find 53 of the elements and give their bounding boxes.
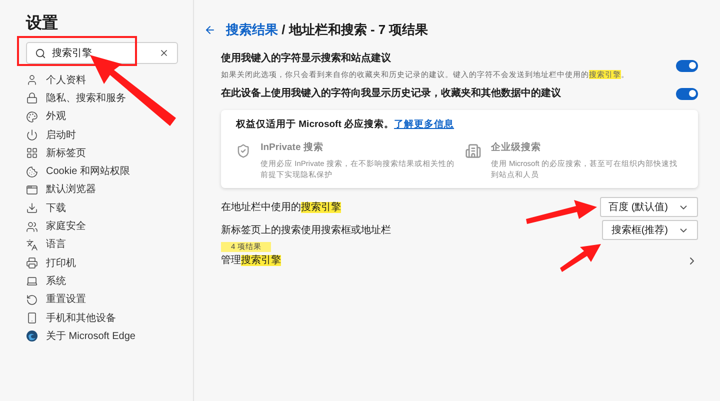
nav-item[interactable]: Cookie 和网站权限 — [46, 164, 130, 180]
card-text: 权益仅适用于 Microsoft 必应搜索。 — [236, 118, 394, 132]
page-title: / 地址栏和搜索 - 7 项结果 — [282, 22, 428, 38]
nav-item[interactable]: 系统 — [46, 274, 66, 289]
feature-title: InPrivate 搜索 — [260, 140, 324, 154]
setting-label: 管理搜索引擎 — [221, 255, 281, 266]
cookie-icon — [26, 166, 38, 178]
search-field[interactable]: 搜索引擎 — [26, 42, 178, 64]
search-results-link[interactable]: 搜索结果 — [226, 22, 278, 38]
toggle-switch[interactable] — [676, 60, 698, 72]
learn-more-link[interactable]: 了解更多信息 — [394, 118, 454, 132]
nav-item[interactable]: 家庭安全 — [46, 219, 86, 234]
toggle-switch[interactable] — [676, 88, 698, 100]
close-icon[interactable] — [159, 48, 169, 58]
settings-title: 设置 — [26, 14, 59, 34]
nav-item[interactable]: 新标签页 — [46, 146, 86, 161]
people-icon — [26, 220, 38, 233]
reset-icon — [26, 294, 38, 306]
dropdown[interactable]: 百度 (默认值) — [600, 197, 698, 218]
grid-icon — [26, 147, 38, 160]
user-icon — [26, 74, 38, 86]
power-icon — [26, 129, 38, 142]
nav-item[interactable]: 语言 — [46, 237, 66, 252]
nav-item[interactable]: 重置设置 — [46, 292, 86, 308]
language-icon — [26, 238, 38, 251]
lock-icon — [26, 92, 38, 104]
laptop-icon — [26, 275, 38, 288]
arrow — [560, 244, 601, 272]
window-icon — [26, 184, 38, 196]
palette-icon — [26, 110, 38, 123]
printer-icon — [26, 257, 38, 270]
arrow — [526, 200, 597, 224]
setting-label: 在此设备上使用我键入的字符向我显示历史记录，收藏夹和其他数据中的建议 — [221, 86, 561, 102]
phone-icon — [26, 312, 38, 324]
back-arrow-icon[interactable] — [204, 24, 216, 36]
feature-title: 企业级搜索 — [490, 140, 542, 154]
search-icon — [35, 48, 46, 58]
nav-item[interactable]: 下载 — [46, 200, 66, 216]
nav-item[interactable]: 启动时 — [46, 128, 76, 143]
nav-item[interactable]: 默认浏览器 — [46, 182, 96, 198]
nav-item[interactable]: 隐私、搜索和服务 — [46, 90, 126, 106]
nav-item[interactable]: 外观 — [46, 109, 66, 124]
setting-label: 使用我键入的字符显示搜索和站点建议 — [221, 51, 392, 66]
download-icon — [26, 202, 38, 214]
nav-item[interactable]: 个人资料 — [46, 72, 86, 88]
search-input[interactable]: 搜索引擎 — [52, 46, 153, 60]
dropdown[interactable]: 搜索框(推荐) — [602, 220, 698, 240]
nav-item[interactable]: 手机和其他设备 — [46, 310, 116, 326]
nav-item[interactable]: 关于 Microsoft Edge — [46, 328, 136, 344]
setting-label: 在地址栏中使用的搜索引擎 — [221, 202, 341, 213]
setting-label: 新标签页上的搜索使用搜索框或地址栏 — [221, 224, 391, 236]
nav-item[interactable]: 打印机 — [46, 256, 76, 271]
edge-logo-icon — [26, 330, 38, 342]
